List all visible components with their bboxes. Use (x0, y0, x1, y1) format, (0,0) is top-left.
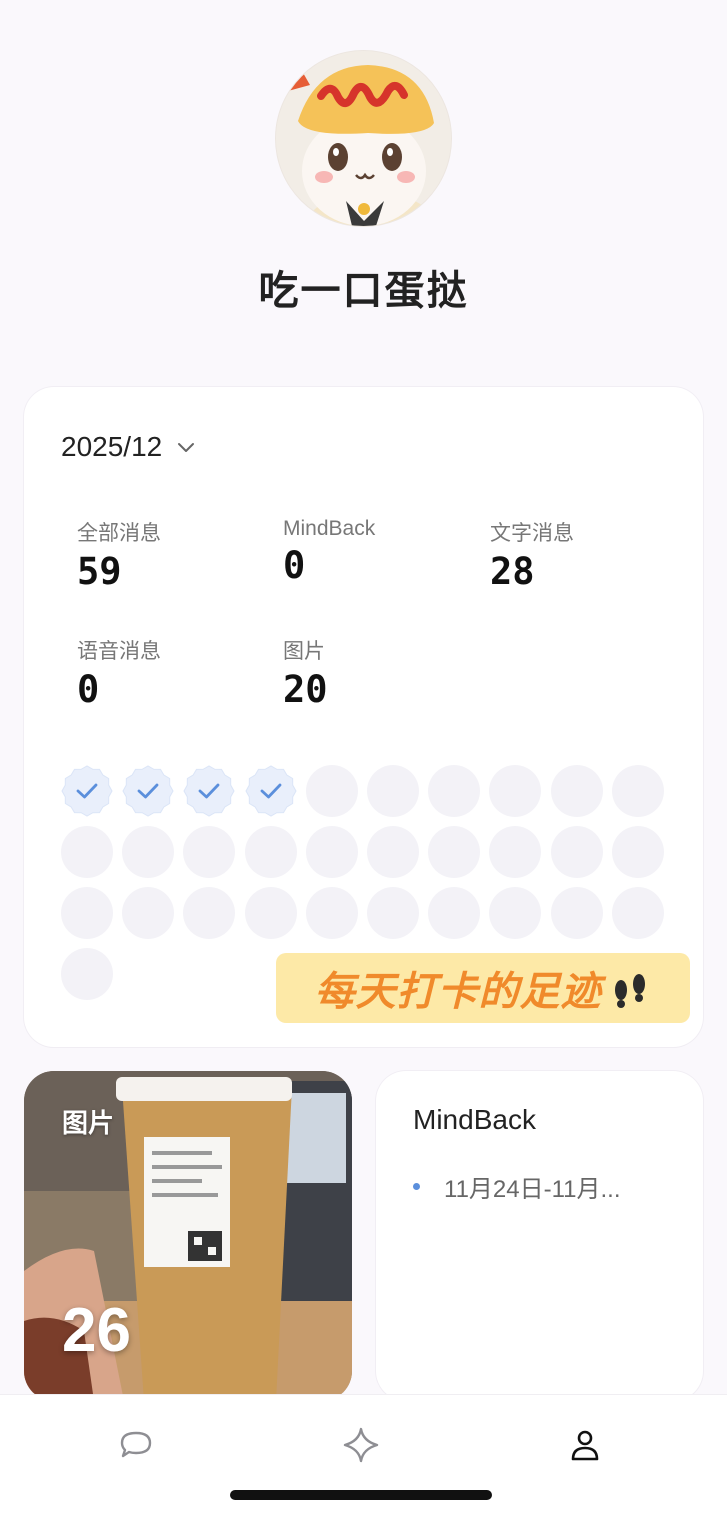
checkin-day-checked (183, 765, 235, 817)
checkin-day (61, 887, 113, 939)
checkin-day (367, 765, 419, 817)
checkin-day (428, 887, 480, 939)
checkin-day (61, 948, 113, 1000)
stat-all-messages: 全部消息 59 (77, 517, 161, 590)
checkin-day (551, 826, 603, 878)
checkin-day (489, 887, 541, 939)
checkin-day (61, 826, 113, 878)
checkin-day (367, 887, 419, 939)
checkin-day (612, 765, 664, 817)
checkin-day (428, 765, 480, 817)
checkin-day (306, 765, 358, 817)
checkin-day (122, 826, 174, 878)
checkin-day (245, 887, 297, 939)
photo-card-label: 图片 (62, 1108, 115, 1138)
checkin-day (551, 765, 603, 817)
checkin-day (245, 826, 297, 878)
checkin-day (489, 765, 541, 817)
stat-value: 0 (283, 544, 306, 587)
checkin-day (551, 887, 603, 939)
checkmark-badge-icon (183, 765, 235, 817)
stat-text-messages: 文字消息 28 (490, 517, 574, 590)
stat-value: 20 (283, 668, 328, 711)
profile-name: 吃一口蛋挞 (258, 269, 469, 313)
avatar[interactable] (276, 51, 451, 226)
month-value: 2025/12 (61, 431, 163, 462)
checkin-day (183, 887, 235, 939)
mindback-item-text: 11月24日-11月... (444, 1176, 621, 1203)
bullet-icon (413, 1183, 420, 1190)
checkin-day (489, 826, 541, 878)
checkmark-badge-icon (122, 765, 174, 817)
mindback-item[interactable]: 11月24日-11月... (413, 1169, 621, 1204)
mindback-card[interactable]: MindBack 11月24日-11月... (376, 1071, 703, 1401)
checkin-day (306, 826, 358, 878)
checkin-day (612, 826, 664, 878)
home-indicator (230, 1490, 492, 1500)
profile-icon (571, 1430, 599, 1461)
stat-value: 28 (490, 550, 535, 593)
stat-voice-messages: 语音消息 0 (77, 635, 161, 708)
checkin-day-checked (122, 765, 174, 817)
monthly-stats-card: 2025/12 全部消息 59 MindBack 0 文字消息 28 语音消息 … (24, 387, 703, 1047)
stat-label: 文字消息 (490, 522, 574, 545)
checkin-day (306, 887, 358, 939)
stat-label: MindBack (283, 517, 376, 540)
tab-chat[interactable] (116, 1425, 156, 1465)
checkin-day (183, 826, 235, 878)
mindback-card-title: MindBack (413, 1104, 536, 1135)
stat-label: 图片 (283, 640, 325, 663)
tab-profile[interactable] (565, 1425, 605, 1465)
checkin-day (428, 826, 480, 878)
footprints-icon (614, 974, 645, 1008)
tab-discover[interactable] (341, 1425, 381, 1465)
stat-mindback: MindBack 0 (283, 517, 375, 584)
footprint-banner-text: 每天打卡的足迹 (314, 970, 602, 1014)
checkin-day (367, 826, 419, 878)
checkin-day (612, 887, 664, 939)
checkmark-badge-icon (245, 765, 297, 817)
month-selector[interactable]: 2025/12 (61, 431, 196, 463)
sparkle-icon (343, 1427, 379, 1463)
stat-label: 语音消息 (77, 640, 161, 663)
footprint-banner: 每天打卡的足迹 (276, 953, 690, 1023)
checkmark-badge-icon (61, 765, 113, 817)
chevron-down-icon (178, 443, 195, 452)
photo-card[interactable]: 图片 26 (24, 1071, 352, 1401)
checkin-day-checked (245, 765, 297, 817)
photo-card-count: 26 (62, 1296, 131, 1365)
stat-value: 0 (77, 668, 100, 711)
checkin-day-checked (61, 765, 113, 817)
stat-images: 图片 20 (283, 635, 328, 708)
chat-icon (120, 1431, 152, 1458)
stat-value: 59 (77, 550, 122, 593)
stat-label: 全部消息 (77, 522, 161, 545)
avatar-image (276, 51, 451, 226)
checkin-day (122, 887, 174, 939)
